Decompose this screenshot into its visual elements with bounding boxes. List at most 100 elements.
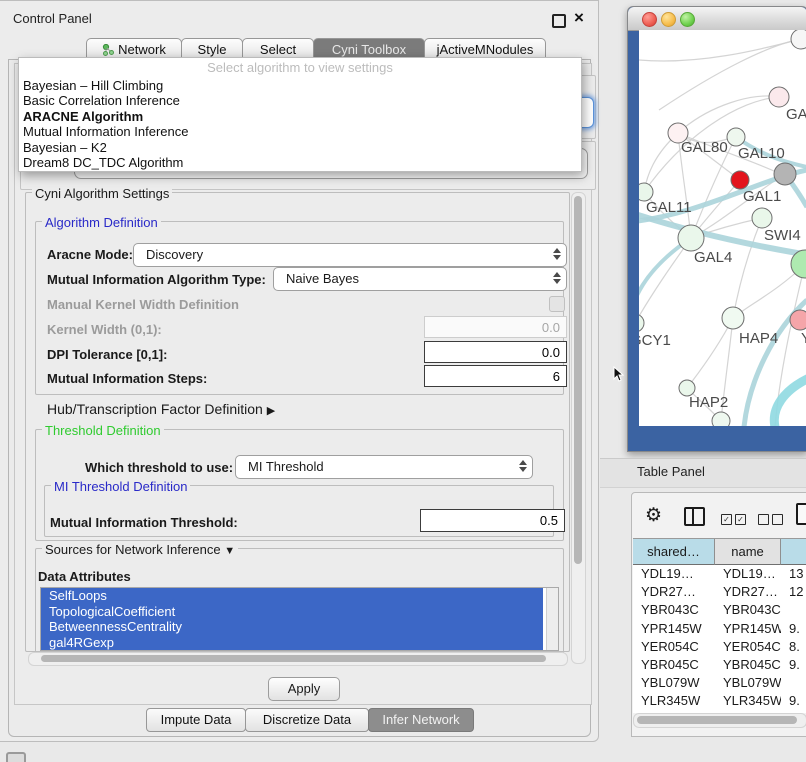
dropdown-item[interactable]: Dream8 DC_TDC Algorithm	[19, 155, 581, 170]
dropdown-item[interactable]: Basic Correlation Inference	[19, 93, 581, 108]
network-node[interactable]	[731, 171, 749, 189]
table-cell[interactable]: YER054C	[715, 638, 781, 656]
table-cell[interactable]: YLR345W	[715, 692, 781, 710]
which-threshold-combo[interactable]: MI Threshold	[235, 455, 533, 479]
scrollbar-thumb[interactable]	[637, 716, 797, 724]
list-item[interactable]: TopologicalCoefficient	[41, 604, 543, 620]
network-edge[interactable]	[774, 378, 806, 426]
table-cell[interactable]: YDR27…	[633, 583, 715, 601]
node-table: shared… name A YDL19…YDL19…13YDR27…YDR27…	[633, 538, 806, 713]
table-row[interactable]: YDL19…YDL19…13	[633, 565, 806, 583]
table-cell[interactable]: YDL19…	[633, 565, 715, 583]
minimize-traffic-light-icon[interactable]	[661, 12, 676, 27]
zoom-traffic-light-icon[interactable]	[680, 12, 695, 27]
table-cell[interactable]: YPR145W	[633, 620, 715, 638]
table-cell[interactable]: 13	[781, 565, 806, 583]
dpi-tolerance-input[interactable]: 0.0	[424, 341, 567, 363]
hub-definition-toggle[interactable]: Hub/Transcription Factor Definition ▶	[47, 401, 275, 417]
mi-steps-input[interactable]: 6	[424, 365, 567, 387]
table-cell[interactable]: YLR345W	[633, 692, 715, 710]
network-node[interactable]	[712, 412, 730, 426]
float-window-icon[interactable]	[552, 14, 566, 28]
table-row[interactable]: YDR27…YDR27…12	[633, 583, 806, 601]
dropdown-item[interactable]: Bayesian – K2	[19, 140, 581, 155]
panel-corner-icon[interactable]	[6, 752, 26, 762]
list-item[interactable]: BetweennessCentrality	[41, 619, 543, 635]
network-edge[interactable]	[733, 218, 762, 318]
network-node[interactable]	[727, 128, 745, 146]
table-row[interactable]: YBR043CYBR043C	[633, 601, 806, 619]
split-columns-icon[interactable]	[684, 507, 705, 531]
table-cell[interactable]: YER054C	[633, 638, 715, 656]
table-row[interactable]: YBR045CYBR045C9.	[633, 656, 806, 674]
table-cell[interactable]: YDR27…	[715, 583, 781, 601]
apply-button[interactable]: Apply	[268, 677, 340, 701]
table-cell[interactable]: YBR043C	[633, 601, 715, 619]
column-header-shared-name[interactable]: shared…	[633, 539, 715, 565]
select-all-columns-icon[interactable]: ✓✓	[721, 511, 749, 529]
dropdown-item[interactable]: Mutual Information Inference	[19, 124, 581, 139]
network-node[interactable]	[639, 314, 644, 332]
network-node[interactable]	[722, 307, 744, 329]
dropdown-item[interactable]: Bayesian – Hill Climbing	[19, 78, 581, 93]
table-cell[interactable]: 9.	[781, 692, 806, 710]
tab-infer-network[interactable]: Infer Network	[368, 708, 474, 732]
settings-vertical-scrollbar[interactable]	[571, 192, 586, 664]
column-header-partial[interactable]: A	[781, 539, 806, 565]
manual-kernel-checkbox[interactable]	[549, 296, 565, 312]
deselect-all-columns-icon[interactable]	[758, 511, 786, 529]
table-row[interactable]: YPR145WYPR145W9.	[633, 620, 806, 638]
list-scrollbar[interactable]	[546, 588, 558, 650]
tab-discretize-data[interactable]: Discretize Data	[245, 708, 369, 732]
list-item[interactable]: gal4RGexp	[41, 635, 543, 651]
network-canvas[interactable]: GALGAL80GAL10GAL1GAL11SWI4GAL4HAP4YGCY1H…	[639, 30, 806, 426]
table-row[interactable]: YER054CYER054C8.	[633, 638, 806, 656]
table-cell[interactable]: 9.	[781, 620, 806, 638]
table-cell[interactable]: 9.	[781, 656, 806, 674]
table-cell[interactable]: 8.	[781, 638, 806, 656]
table-cell[interactable]: YBR045C	[715, 656, 781, 674]
scrollbar-thumb[interactable]	[574, 196, 582, 564]
network-node[interactable]	[790, 310, 806, 330]
table-cell[interactable]: YBR045C	[633, 656, 715, 674]
network-node[interactable]	[678, 225, 704, 251]
settings-horizontal-scrollbar[interactable]	[28, 652, 568, 666]
mi-threshold-label: Mutual Information Threshold:	[50, 515, 238, 530]
scrollbar-thumb[interactable]	[41, 655, 546, 662]
tab-impute-data[interactable]: Impute Data	[146, 708, 246, 732]
close-traffic-light-icon[interactable]	[642, 12, 657, 27]
table-row[interactable]: YBL079WYBL079W	[633, 674, 806, 692]
mi-type-combo[interactable]: Naive Bayes	[273, 267, 567, 291]
mi-steps-value: 6	[553, 369, 560, 384]
table-cell[interactable]: YBL079W	[633, 674, 715, 692]
dropdown-item-highlighted[interactable]: ARACNE Algorithm	[19, 109, 581, 124]
table-cell[interactable]: YBR043C	[715, 601, 781, 619]
tab-select-label: Select	[260, 42, 296, 57]
network-edge[interactable]	[639, 238, 691, 330]
network-edge[interactable]	[639, 39, 801, 61]
table-row[interactable]: YLR345WYLR345W9.	[633, 692, 806, 710]
network-node[interactable]	[774, 163, 796, 185]
tab-infer-network-label: Infer Network	[382, 712, 459, 727]
table-cell[interactable]: YPR145W	[715, 620, 781, 638]
close-icon[interactable]: ×	[574, 8, 584, 28]
new-document-icon[interactable]	[796, 503, 806, 530]
table-cell[interactable]: 12	[781, 583, 806, 601]
network-window-titlebar[interactable]	[628, 7, 806, 31]
network-edge[interactable]	[678, 96, 779, 133]
aracne-mode-combo[interactable]: Discovery	[133, 243, 567, 267]
cyni-algorithm-settings-title: Cyni Algorithm Settings	[32, 186, 172, 201]
network-node[interactable]	[769, 87, 789, 107]
table-cell[interactable]: YDL19…	[715, 565, 781, 583]
data-attributes-list[interactable]: SelfLoops TopologicalCoefficient Between…	[40, 587, 559, 651]
gear-icon[interactable]: ⚙	[645, 504, 662, 527]
list-item[interactable]: SelfLoops	[41, 588, 543, 604]
network-node[interactable]	[752, 208, 772, 228]
kernel-width-input[interactable]: 0.0	[424, 316, 567, 338]
mi-threshold-input[interactable]: 0.5	[420, 509, 565, 532]
column-header-name[interactable]: name	[715, 539, 781, 565]
sources-title[interactable]: Sources for Network Inference ▼	[42, 542, 238, 557]
table-horizontal-scrollbar[interactable]	[633, 713, 806, 728]
network-node[interactable]	[791, 30, 806, 49]
table-cell[interactable]: YBL079W	[715, 674, 781, 692]
